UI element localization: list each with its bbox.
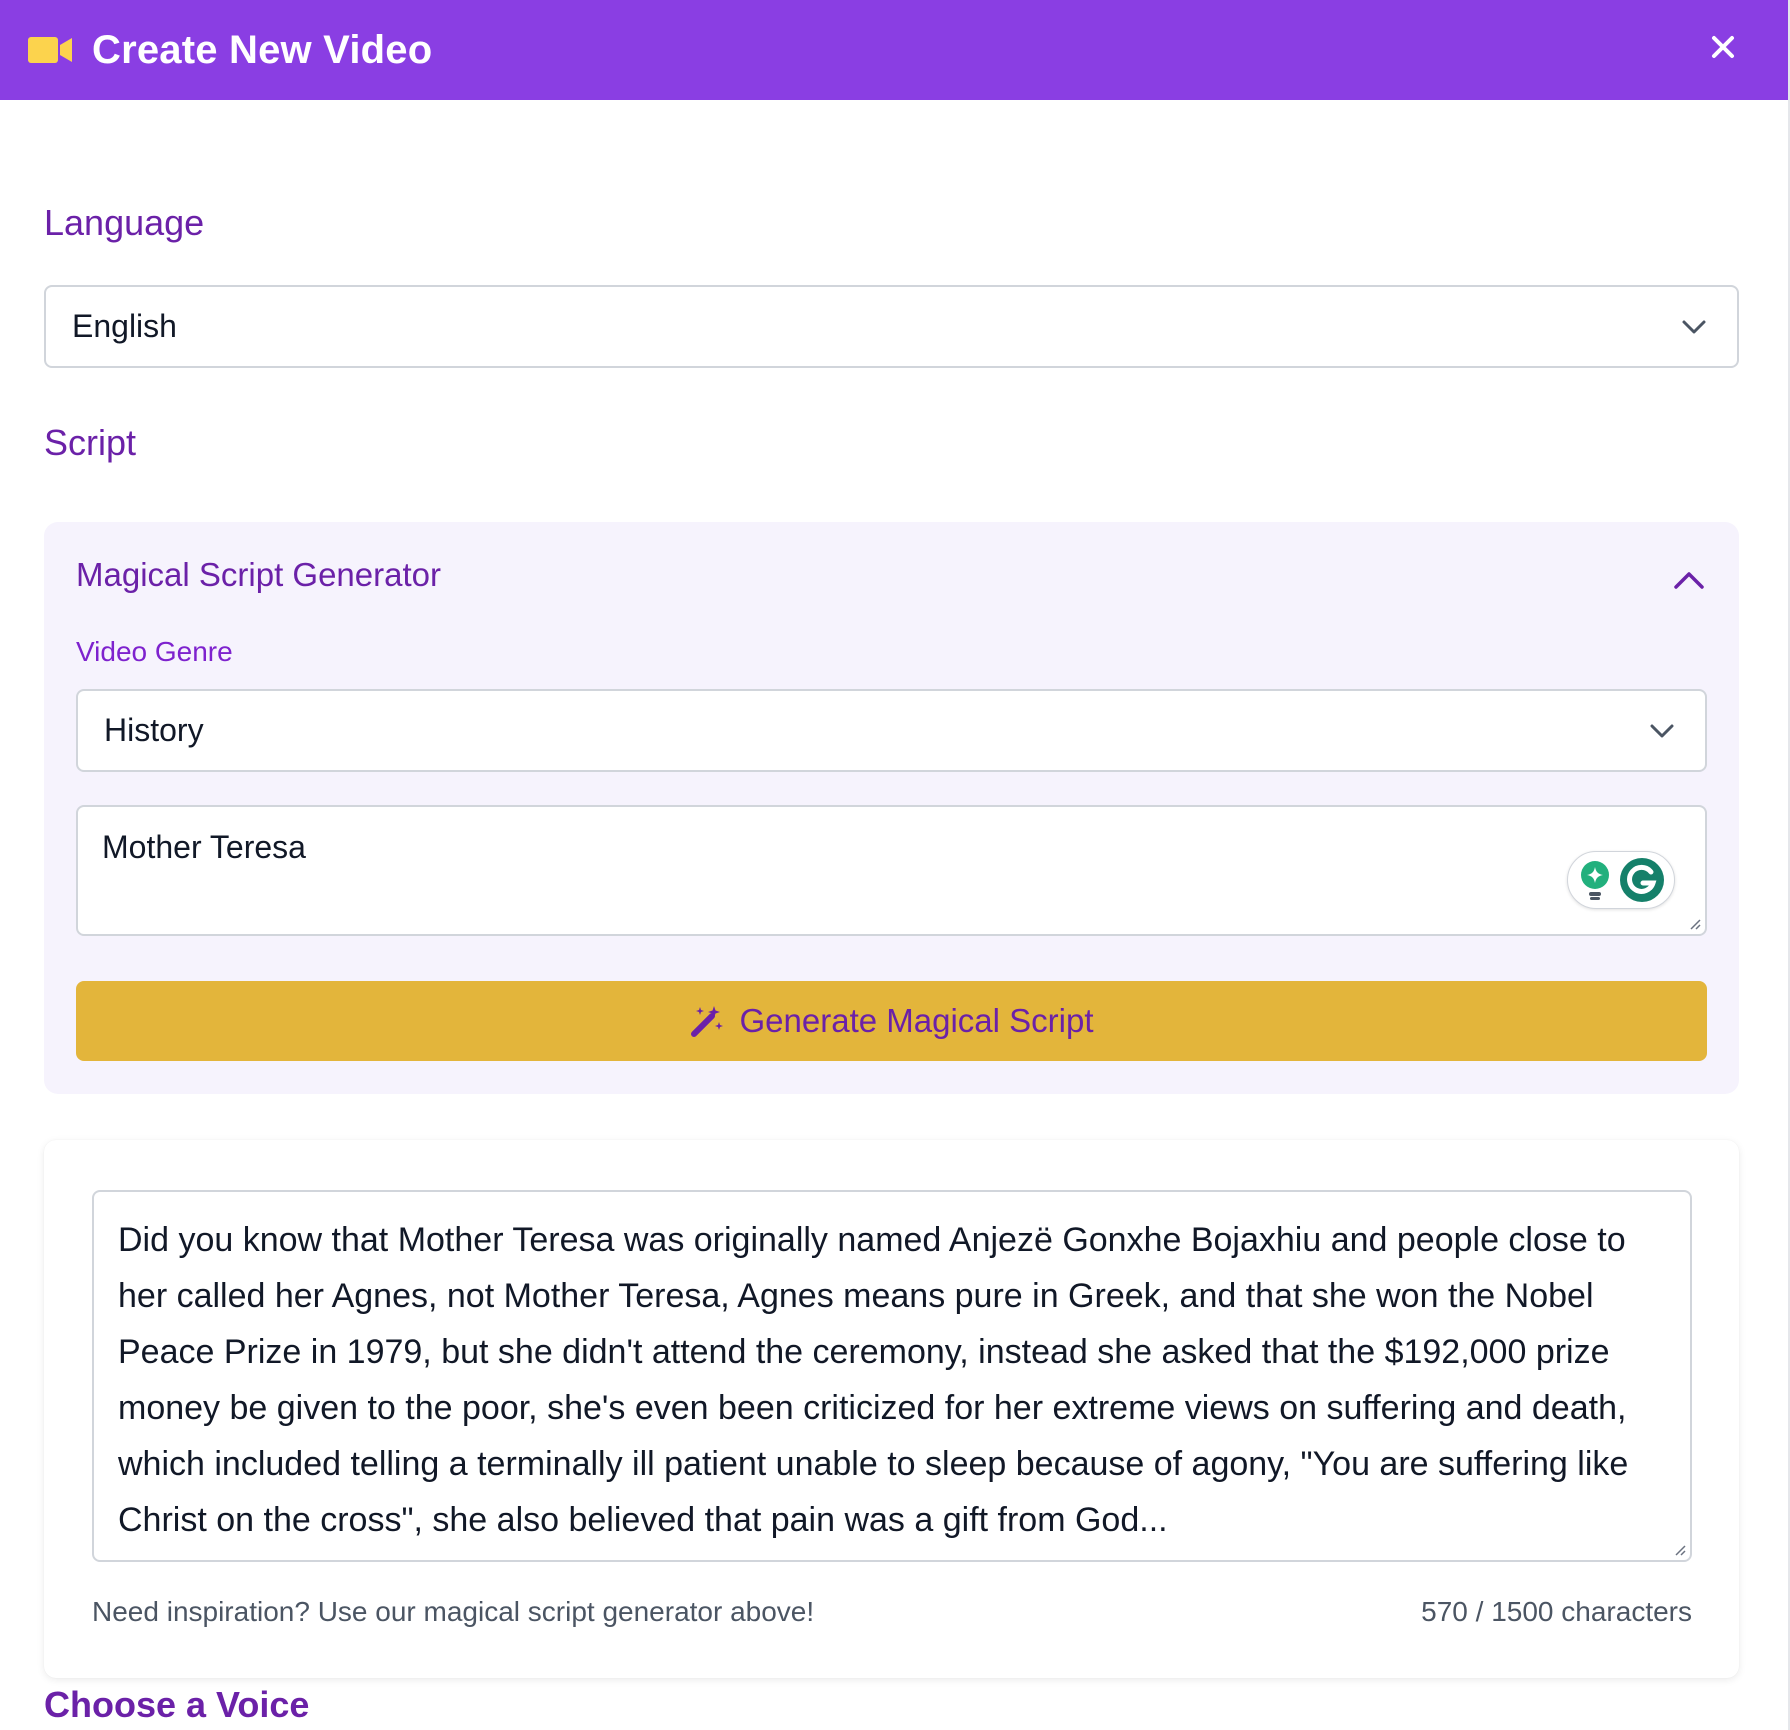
video-genre-select[interactable]: History xyxy=(76,689,1707,772)
resize-handle-icon[interactable] xyxy=(1687,916,1701,930)
genre-selected-value: History xyxy=(104,712,204,748)
resize-handle-icon[interactable] xyxy=(1672,1542,1686,1556)
close-icon xyxy=(1712,36,1734,58)
chevron-down-icon xyxy=(1681,319,1707,335)
magic-wand-icon xyxy=(690,1004,724,1038)
lightbulb-icon xyxy=(1580,861,1609,900)
create-video-modal: Create New Video Language English Script… xyxy=(0,0,1790,1730)
language-label: Language xyxy=(44,202,205,243)
generate-magical-script-button[interactable]: Generate Magical Script xyxy=(76,981,1707,1061)
choose-voice-label: Choose a Voice xyxy=(44,1684,310,1725)
grammarly-widget[interactable] xyxy=(1567,851,1675,909)
modal-header: Create New Video xyxy=(0,0,1788,100)
generator-title: Magical Script Generator xyxy=(76,556,441,593)
character-counter: 570 / 1500 characters xyxy=(1421,1596,1692,1627)
chevron-up-icon xyxy=(1674,572,1704,589)
grammarly-icon xyxy=(1619,858,1664,902)
collapse-generator-button[interactable] xyxy=(1669,562,1709,598)
magical-script-generator-panel: Magical Script Generator Video Genre His… xyxy=(44,522,1739,1094)
generate-button-label: Generate Magical Script xyxy=(739,1002,1094,1039)
script-label: Script xyxy=(44,422,137,463)
close-button[interactable] xyxy=(1698,22,1748,72)
script-textarea-value: Did you know that Mother Teresa was orig… xyxy=(118,1221,1629,1539)
video-camera-icon xyxy=(28,34,74,66)
script-editor-card: Did you know that Mother Teresa was orig… xyxy=(44,1140,1739,1678)
script-textarea[interactable]: Did you know that Mother Teresa was orig… xyxy=(92,1190,1692,1562)
language-select[interactable]: English xyxy=(44,285,1739,368)
chevron-down-icon xyxy=(1649,723,1675,739)
script-helper-text: Need inspiration? Use our magical script… xyxy=(92,1596,815,1627)
topic-input[interactable]: Mother Teresa xyxy=(76,805,1707,936)
topic-input-value: Mother Teresa xyxy=(102,829,306,865)
modal-title: Create New Video xyxy=(92,27,433,72)
video-genre-label: Video Genre xyxy=(76,636,233,667)
language-selected-value: English xyxy=(72,308,177,344)
